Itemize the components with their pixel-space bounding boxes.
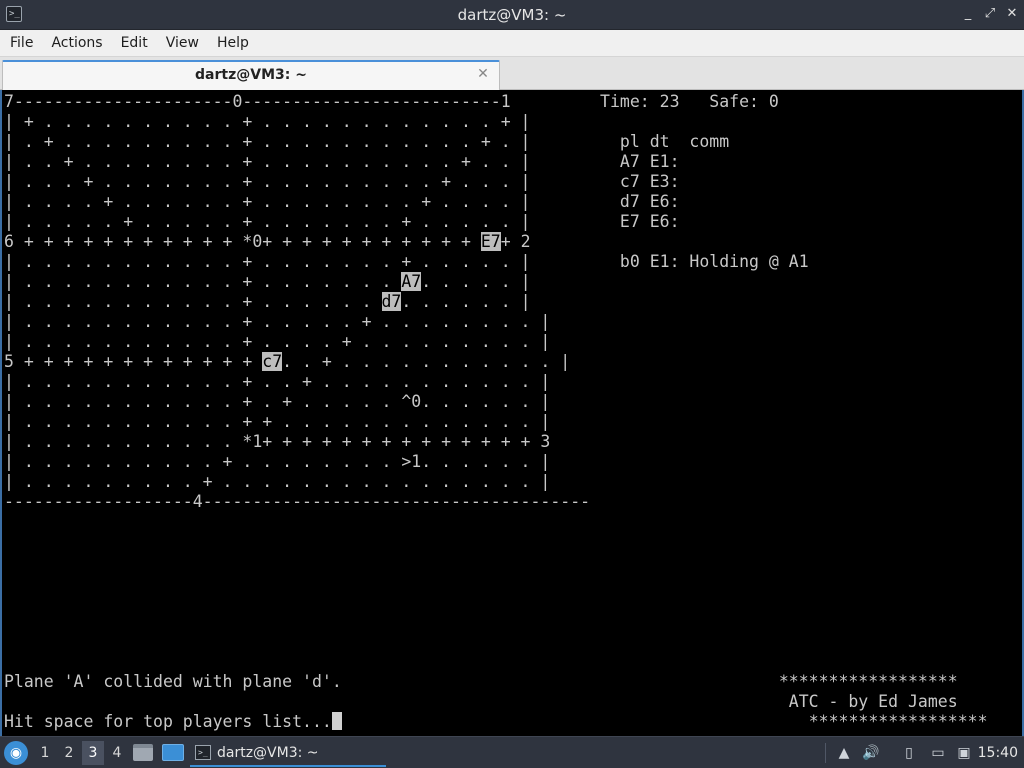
menu-view[interactable]: View xyxy=(157,30,208,57)
terminal-line: | . . + . . . . . . . . + . . . . . . . … xyxy=(4,152,680,171)
close-button[interactable]: ✕ xyxy=(1004,5,1020,23)
menu-edit[interactable]: Edit xyxy=(112,30,157,57)
terminal-line: | . . . . . . . . . . . + . . + . . . . … xyxy=(4,372,551,391)
menu-file[interactable]: File xyxy=(0,30,42,57)
terminal-line: | . . . . . . . . . + . . . . . . . . . … xyxy=(4,472,551,491)
menubar: File Actions Edit View Help xyxy=(0,30,1024,57)
window-title: dartz@VM3: ~ xyxy=(457,6,567,24)
tab-label: dartz@VM3: ~ xyxy=(195,67,307,83)
tab-bar: dartz@VM3: ~ ✕ xyxy=(0,57,1024,90)
window-titlebar: >_ dartz@VM3: ~ _ ⤢ ✕ xyxy=(0,0,1024,30)
terminal-line: Plane 'A' collided with plane 'd'. *****… xyxy=(4,672,958,691)
terminal-line: ATC - by Ed James xyxy=(4,692,958,711)
task-label: dartz@VM3: ~ xyxy=(217,745,319,761)
terminal-line: Hit space for top players list... ******… xyxy=(4,712,988,731)
taskbar-task-terminal[interactable]: >_ dartz@VM3: ~ xyxy=(190,739,386,767)
start-menu-icon[interactable]: ◉ xyxy=(4,741,28,765)
terminal-line: 6 + + + + + + + + + + + *0+ + + + + + + … xyxy=(4,232,531,251)
tray-separator xyxy=(825,743,826,763)
workspace-4[interactable]: 4 xyxy=(106,741,128,765)
file-manager-icon[interactable] xyxy=(133,744,153,761)
clipboard-icon[interactable]: ▯ xyxy=(900,743,918,763)
workspace-2[interactable]: 2 xyxy=(58,741,80,765)
terminal-line: | . . . . . . . . . . . + + . . . . . . … xyxy=(4,412,551,431)
minimize-button[interactable]: _ xyxy=(960,5,976,23)
menu-actions[interactable]: Actions xyxy=(42,30,111,57)
tab-terminal[interactable]: dartz@VM3: ~ ✕ xyxy=(2,60,500,90)
plane-marker: E7 xyxy=(480,232,501,251)
tab-close-icon[interactable]: ✕ xyxy=(475,65,491,83)
terminal-icon: >_ xyxy=(195,745,211,760)
terminal-line: | . . . . . + . . . . . + . . . . . . . … xyxy=(4,212,680,231)
volume-icon[interactable]: 🔊 xyxy=(862,743,880,763)
maximize-button[interactable]: ⤢ xyxy=(982,5,998,23)
terminal-line: | . + . . . . . . . . . + . . . . . . . … xyxy=(4,132,730,151)
terminal-line: | . . . . . . . . . . . + . . . . . . . … xyxy=(4,252,809,271)
terminal-line: | . . . . . . . . . . . + . . . . . . . … xyxy=(4,272,531,291)
terminal-line: | . . . . . . . . . . . + . . . . . . d7… xyxy=(4,292,531,311)
terminal-line: | . . . . . . . . . . . + . . . . . + . … xyxy=(4,312,551,331)
terminal-line: 7----------------------0----------------… xyxy=(4,92,779,111)
terminal-line: | . . . + . . . . . . . + . . . . . . . … xyxy=(4,172,680,191)
taskbar: ◉ 1 2 3 4 >_ dartz@VM3: ~ ▲ 🔊 ▯ ▭ ▣ 15:4… xyxy=(0,736,1024,768)
terminal-line: -------------------4--------------------… xyxy=(4,492,591,511)
terminal-view[interactable]: 7----------------------0----------------… xyxy=(0,90,1024,736)
update-icon[interactable]: ▣ xyxy=(955,743,973,763)
terminal-line: | . . . . . . . . . . + . . . . . . . . … xyxy=(4,452,551,471)
terminal-cursor xyxy=(331,712,342,730)
workspace-1[interactable]: 1 xyxy=(34,741,56,765)
notification-icon[interactable]: ▲ xyxy=(836,743,852,763)
terminal-line: | . . . . . . . . . . . *1+ + + + + + + … xyxy=(4,432,551,451)
show-desktop-icon[interactable] xyxy=(162,744,184,761)
menu-help[interactable]: Help xyxy=(208,30,258,57)
terminal-line: | . . . . . . . . . . . + . + . . . . . … xyxy=(4,392,551,411)
workspace-3[interactable]: 3 xyxy=(82,741,104,765)
terminal-line: | . . . . + . . . . . . + . . . . . . . … xyxy=(4,192,680,211)
terminal-line: | . . . . . . . . . . . + . . . . + . . … xyxy=(4,332,551,351)
plane-marker: A7 xyxy=(401,272,422,291)
plane-marker: c7 xyxy=(262,352,283,371)
terminal-line: 5 + + + + + + + + + + + + c7. . + . . . … xyxy=(4,352,571,371)
network-icon[interactable]: ▭ xyxy=(928,743,948,763)
terminal-line: | + . . . . . . . . . . + . . . . . . . … xyxy=(4,112,531,131)
clock[interactable]: 15:40 xyxy=(978,737,1018,768)
terminal-output: 7----------------------0----------------… xyxy=(4,92,988,732)
plane-marker: d7 xyxy=(381,292,402,311)
